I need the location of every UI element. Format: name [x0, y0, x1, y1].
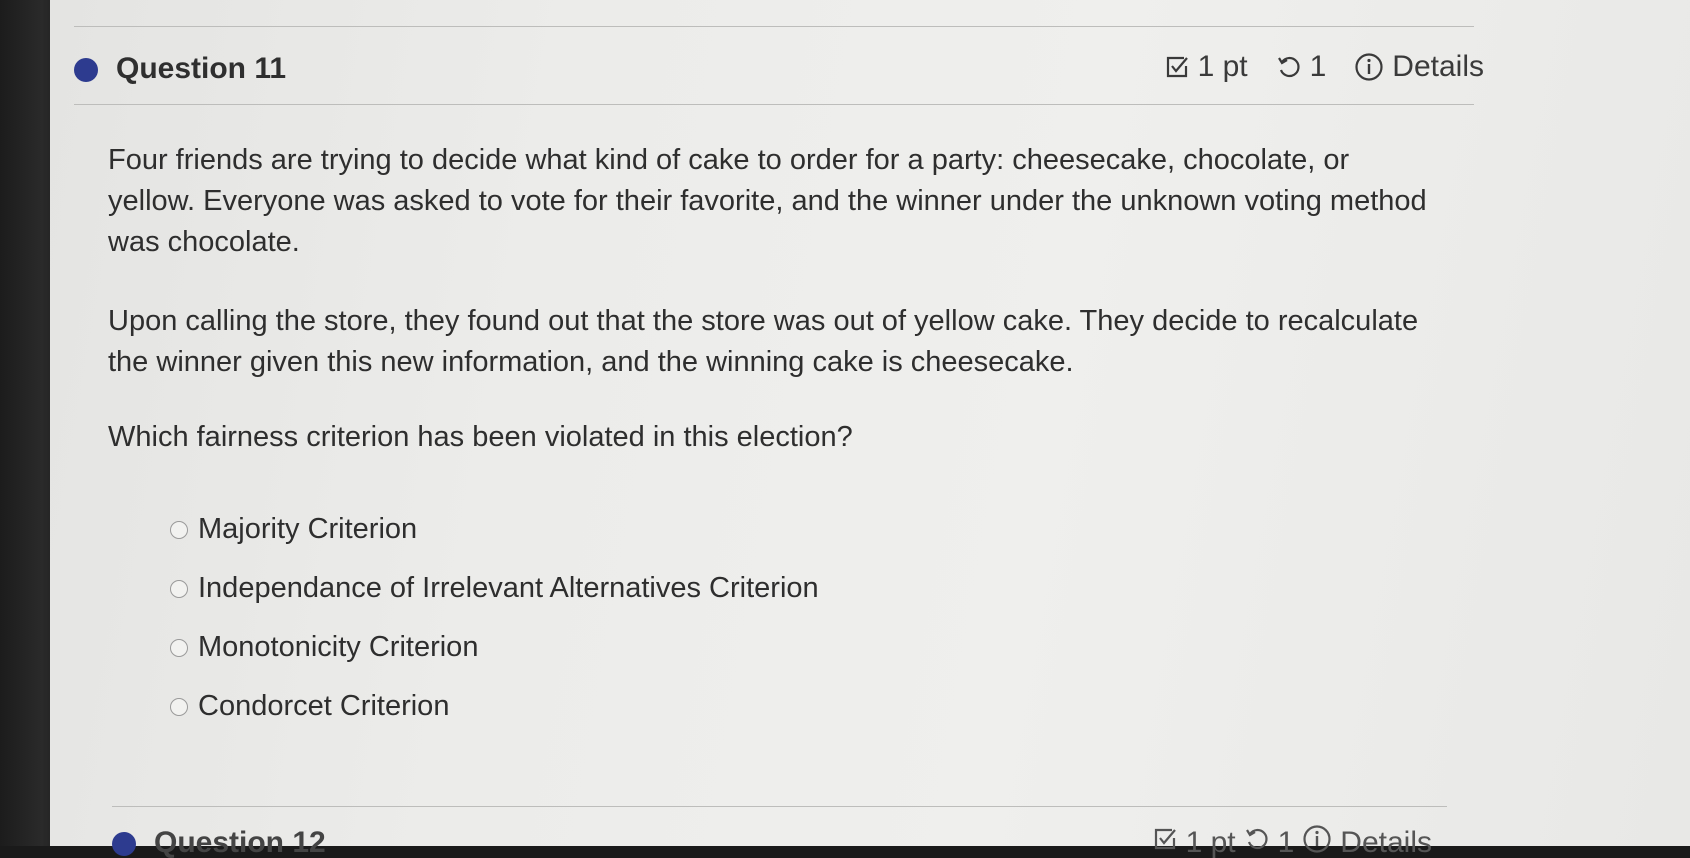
choice-monotonicity[interactable]: Monotonicity Criterion: [170, 618, 819, 677]
points-label: 1 pt: [1197, 50, 1248, 83]
choice-label: Majority Criterion: [198, 513, 418, 545]
next-question-header: Question 12 1 pt 1 Details: [112, 818, 1432, 858]
choice-label: Monotonicity Criterion: [198, 631, 479, 663]
details-link[interactable]: Details: [1392, 50, 1484, 84]
question-header: Question 11 1 pt 1 Details: [74, 46, 1484, 92]
attempts-label: 1: [1277, 826, 1295, 858]
question-status-dot: [74, 58, 98, 82]
next-question-meta: 1 pt 1 Details: [1152, 824, 1432, 858]
attempts-label: 1: [1309, 50, 1327, 83]
choice-label: Condorcet Criterion: [198, 690, 450, 722]
question-prompt: Which fairness criterion has been violat…: [108, 421, 853, 453]
points-label: 1 pt: [1185, 826, 1236, 858]
question-paragraph-1: Four friends are trying to decide what k…: [108, 144, 1427, 258]
question-body: Four friends are trying to decide what k…: [108, 140, 1428, 458]
question-meta: 1 pt 1 Details: [1164, 50, 1484, 84]
radio-button[interactable]: [170, 697, 188, 716]
info-icon[interactable]: [1354, 52, 1384, 82]
info-icon[interactable]: [1302, 824, 1332, 858]
retry-icon[interactable]: [1244, 826, 1270, 858]
header-divider: [74, 104, 1474, 105]
next-question-title: Question 12: [154, 826, 326, 858]
radio-button[interactable]: [170, 520, 188, 539]
question-divider: [112, 806, 1447, 807]
checkbox-icon: [1152, 826, 1178, 858]
question-status-dot: [112, 832, 136, 856]
choice-condorcet[interactable]: Condorcet Criterion: [170, 677, 819, 736]
choice-iia[interactable]: Independance of Irrelevant Alternatives …: [170, 559, 819, 618]
retry-icon[interactable]: [1276, 54, 1302, 80]
answer-choices: Majority Criterion Independance of Irrel…: [170, 500, 819, 736]
choice-label: Independance of Irrelevant Alternatives …: [198, 572, 819, 604]
radio-button[interactable]: [170, 638, 188, 657]
radio-button[interactable]: [170, 579, 188, 598]
choice-majority[interactable]: Majority Criterion: [170, 500, 819, 559]
question-title: Question 11: [116, 52, 287, 85]
question-paragraph-2: Upon calling the store, they found out t…: [108, 305, 1419, 378]
details-link[interactable]: Details: [1340, 826, 1432, 858]
top-divider: [74, 26, 1474, 27]
checkbox-icon: [1164, 54, 1190, 80]
